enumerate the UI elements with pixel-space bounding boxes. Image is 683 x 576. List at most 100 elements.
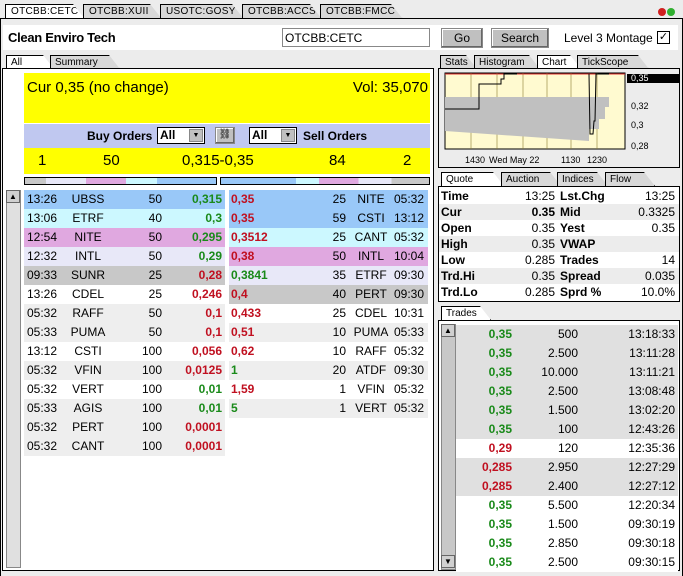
tab-tickscope[interactable]: TickScope <box>577 55 649 69</box>
tab-summary[interactable]: Summary <box>50 55 120 69</box>
trade-time: 12:27:12 <box>628 479 675 493</box>
quote-value: 0.35 <box>531 221 555 235</box>
bid-row[interactable]: 05:32 VERT 100 0,01 <box>24 380 225 399</box>
bid-market-maker: PERT <box>72 420 104 434</box>
symbol-tab[interactable]: OTCBB:FMCC <box>320 4 403 19</box>
bid-row[interactable]: 09:33 SUNR 25 0,28 <box>24 266 225 285</box>
trade-row[interactable]: 0,35 2.500 13:08:48 <box>456 382 678 401</box>
ask-size: 25 <box>332 306 346 320</box>
ask-row[interactable]: 0,62 10 RAFF 05:32 <box>229 342 428 361</box>
buy-orders-label: Buy Orders <box>87 129 153 143</box>
company-name: Clean Enviro Tech <box>8 30 116 45</box>
trade-row[interactable]: 0,285 2.400 12:27:12 <box>456 477 678 496</box>
order-book-scrollbar[interactable] <box>6 190 21 568</box>
scroll-up-icon[interactable]: ▲ <box>441 324 455 337</box>
tab-histogram[interactable]: Histogram <box>474 55 540 69</box>
ask-time: 05:32 <box>393 344 424 358</box>
buy-filter-select[interactable]: All ▼ <box>157 127 205 144</box>
ask-size: 20 <box>332 363 346 377</box>
bid-row[interactable]: 13:12 CSTI 100 0,056 <box>24 342 225 361</box>
trade-row[interactable]: 0,35 2.500 13:11:28 <box>456 344 678 363</box>
bid-price: 0,0125 <box>185 363 222 377</box>
trade-price: 0,35 <box>488 403 512 417</box>
bid-time: 05:33 <box>27 401 58 415</box>
bid-row[interactable]: 05:32 VFIN 100 0,0125 <box>24 361 225 380</box>
trade-price: 0,35 <box>488 498 512 512</box>
symbol-input[interactable] <box>282 28 430 47</box>
trade-row[interactable]: 0,35 1.500 13:02:20 <box>456 401 678 420</box>
sell-filter-select[interactable]: All ▼ <box>249 127 297 144</box>
trade-time: 09:30:18 <box>628 536 675 550</box>
bid-time: 05:32 <box>27 382 58 396</box>
symbol-tab[interactable]: OTCBB:CETC <box>5 4 85 19</box>
ask-row[interactable]: 1 20 ATDF 09:30 <box>229 361 428 380</box>
ask-market-maker: VFIN <box>357 382 385 396</box>
trades-scrollbar[interactable] <box>441 324 456 570</box>
bid-row[interactable]: 13:06 ETRF 40 0,3 <box>24 209 225 228</box>
x-tick: Wed May 22 <box>489 155 540 165</box>
ask-time: 05:32 <box>393 192 424 206</box>
ask-row[interactable]: 0,433 25 CDEL 10:31 <box>229 304 428 323</box>
bid-market-maker: RAFF <box>72 306 104 320</box>
symbol-tab[interactable]: OTCBB:XUII <box>83 4 162 19</box>
tab-quote-info[interactable]: Quote Info <box>441 172 504 186</box>
symbol-tab[interactable]: OTCBB:ACCS <box>242 4 322 19</box>
bid-depth-bar <box>24 177 217 185</box>
symbol-tab[interactable]: USOTC:GOSY <box>160 4 244 19</box>
link-button[interactable]: ⛓ <box>215 127 235 144</box>
bid-row[interactable]: 13:26 CDEL 25 0,246 <box>24 285 225 304</box>
y-tick-last: 0,35 <box>631 73 649 83</box>
bid-row[interactable]: 05:33 AGIS 100 0,01 <box>24 399 225 418</box>
trade-size: 1.500 <box>547 403 578 417</box>
bid-row[interactable]: 13:26 UBSS 50 0,315 <box>24 190 225 209</box>
trade-row[interactable]: 0,35 2.850 09:30:18 <box>456 534 678 553</box>
go-button[interactable]: Go <box>441 28 483 48</box>
quote-value: 14 <box>661 253 675 267</box>
trade-price: 0,35 <box>488 555 512 569</box>
ask-price: 0,35 <box>231 192 255 206</box>
trade-row[interactable]: 0,35 5.500 12:20:34 <box>456 496 678 515</box>
ask-row[interactable]: 0,3512 25 CANT 05:32 <box>229 228 428 247</box>
ask-row[interactable]: 0,3841 35 ETRF 09:30 <box>229 266 428 285</box>
quote-label: Yest <box>560 221 585 235</box>
ask-row[interactable]: 0,38 50 INTL 10:04 <box>229 247 428 266</box>
ask-market-maker: PERT <box>355 287 387 301</box>
x-tick: 1230 <box>587 155 608 165</box>
trade-row[interactable]: 0,35 10.000 13:11:21 <box>456 363 678 382</box>
bid-market-maker: INTL <box>74 249 101 263</box>
quote-value: 10.0% <box>640 285 675 299</box>
ask-row[interactable]: 0,4 40 PERT 09:30 <box>229 285 428 304</box>
bid-row[interactable]: 05:33 PUMA 50 0,1 <box>24 323 225 342</box>
ask-row[interactable]: 0,35 25 NITE 05:32 <box>229 190 428 209</box>
ask-market-maker: ETRF <box>355 268 387 282</box>
trade-size: 500 <box>557 327 578 341</box>
trade-row[interactable]: 0,35 2.500 09:30:15 <box>456 553 678 572</box>
bid-size: 50 <box>148 249 162 263</box>
scroll-up-icon[interactable]: ▲ <box>6 190 20 203</box>
chevron-down-icon: ▼ <box>281 129 295 142</box>
bid-price: 0,28 <box>198 268 222 282</box>
trade-row[interactable]: 0,35 1.500 09:30:19 <box>456 515 678 534</box>
scroll-down-icon[interactable]: ▼ <box>441 555 455 568</box>
trade-row[interactable]: 0,35 500 13:18:33 <box>456 325 678 344</box>
ask-time: 09:30 <box>393 363 424 377</box>
ask-row[interactable]: 5 1 VERT 05:32 <box>229 399 428 418</box>
ask-row[interactable]: 1,59 1 VFIN 05:32 <box>229 380 428 399</box>
ask-row[interactable]: 0,51 10 PUMA 05:33 <box>229 323 428 342</box>
trade-size: 2.400 <box>547 479 578 493</box>
bid-row[interactable]: 12:54 NITE 50 0,295 <box>24 228 225 247</box>
montage-checkbox[interactable]: ✓ <box>657 31 670 44</box>
search-button[interactable]: Search <box>491 28 549 48</box>
bid-row[interactable]: 12:32 INTL 50 0,29 <box>24 247 225 266</box>
trade-row[interactable]: 0,35 100 12:43:26 <box>456 420 678 439</box>
trade-row[interactable]: 0,29 120 12:35:36 <box>456 439 678 458</box>
trade-row[interactable]: 0,285 2.950 12:27:29 <box>456 458 678 477</box>
bid-time: 05:33 <box>27 325 58 339</box>
bid-row[interactable]: 05:32 CANT 100 0,0001 <box>24 437 225 456</box>
trade-size: 5.500 <box>547 498 578 512</box>
bid-row[interactable]: 05:32 PERT 100 0,0001 <box>24 418 225 437</box>
bid-row[interactable]: 05:32 RAFF 50 0,1 <box>24 304 225 323</box>
bid-time: 13:26 <box>27 192 58 206</box>
quote-label: Open <box>441 221 472 235</box>
ask-row[interactable]: 0,35 59 CSTI 13:12 <box>229 209 428 228</box>
